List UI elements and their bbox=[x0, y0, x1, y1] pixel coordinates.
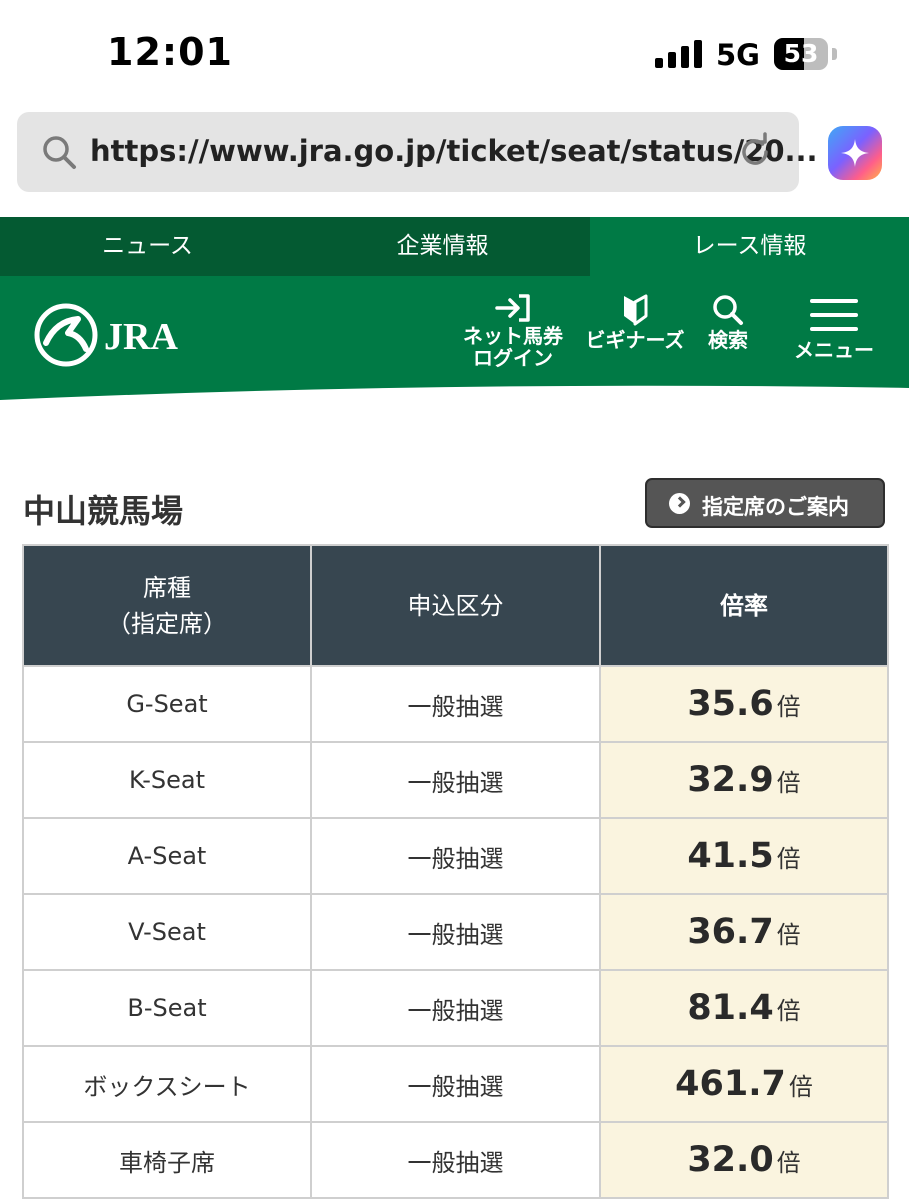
application-cell: 一般抽選 bbox=[310, 1045, 601, 1123]
table-row: V-Seat 一般抽選 36.7 倍 bbox=[22, 893, 889, 971]
nav-item-news[interactable]: ニュース bbox=[0, 217, 295, 276]
table-row: ボックスシート 一般抽選 461.7 倍 bbox=[22, 1045, 889, 1123]
seat-type-cell: K-Seat bbox=[22, 741, 312, 819]
ratio-value: 461.7 bbox=[675, 1064, 786, 1104]
application-cell: 一般抽選 bbox=[310, 741, 601, 819]
header-seat-line1: 席種 bbox=[143, 573, 191, 602]
search-label: 検索 bbox=[708, 328, 748, 352]
table-row: G-Seat 一般抽選 35.6 倍 bbox=[22, 665, 889, 743]
assistant-icon[interactable] bbox=[828, 126, 882, 180]
reserved-seat-guide-button[interactable]: 指定席のご案内 bbox=[645, 478, 885, 528]
application-cell: 一般抽選 bbox=[310, 893, 601, 971]
seat-type-cell: B-Seat bbox=[22, 969, 312, 1047]
menu-button[interactable]: メニュー bbox=[786, 296, 882, 361]
ratio-value: 81.4 bbox=[687, 988, 774, 1028]
login-label-line1: ネット馬券 bbox=[463, 324, 563, 348]
ratio-cell: 36.7 倍 bbox=[599, 893, 889, 971]
hamburger-menu-icon bbox=[810, 299, 858, 331]
status-bar: 12:01 5G 53 bbox=[0, 0, 909, 108]
battery-icon: 53 bbox=[774, 38, 828, 70]
ratio-unit: 倍 bbox=[776, 921, 801, 949]
login-icon bbox=[495, 294, 530, 322]
header-application-type: 申込区分 bbox=[310, 544, 601, 667]
application-cell: 一般抽選 bbox=[310, 665, 601, 743]
battery-level: 53 bbox=[783, 39, 819, 68]
ratio-unit: 倍 bbox=[776, 1149, 801, 1177]
ratio-value: 32.9 bbox=[687, 760, 774, 800]
reload-icon[interactable] bbox=[735, 132, 775, 172]
jra-logo[interactable]: JRA bbox=[32, 303, 192, 367]
application-cell: 一般抽選 bbox=[310, 969, 601, 1047]
seat-type-cell: 車椅子席 bbox=[22, 1121, 312, 1199]
login-label-line2: ログイン bbox=[473, 346, 553, 370]
table-row: B-Seat 一般抽選 81.4 倍 bbox=[22, 969, 889, 1047]
net-betting-login-button[interactable]: ネット馬券 ログイン bbox=[458, 294, 568, 369]
chevron-right-circle-icon bbox=[669, 493, 690, 514]
url-text[interactable]: https://www.jra.go.jp/ticket/seat/status… bbox=[90, 134, 818, 168]
table-row: A-Seat 一般抽選 41.5 倍 bbox=[22, 817, 889, 895]
ratio-cell: 32.9 倍 bbox=[599, 741, 889, 819]
ratio-cell: 41.5 倍 bbox=[599, 817, 889, 895]
address-bar[interactable]: https://www.jra.go.jp/ticket/seat/status… bbox=[17, 112, 818, 192]
ratio-unit: 倍 bbox=[788, 1073, 813, 1101]
beginners-button[interactable]: ビギナーズ bbox=[580, 294, 690, 351]
ratio-value: 32.0 bbox=[687, 1140, 774, 1180]
ratio-unit: 倍 bbox=[776, 845, 801, 873]
ratio-value: 36.7 bbox=[687, 912, 774, 952]
battery-cap bbox=[832, 48, 837, 60]
nav-item-race[interactable]: レース情報 bbox=[590, 217, 909, 276]
ratio-value: 41.5 bbox=[687, 836, 774, 876]
ratio-value: 35.6 bbox=[687, 684, 774, 724]
seat-type-cell: V-Seat bbox=[22, 893, 312, 971]
beginners-label: ビギナーズ bbox=[585, 328, 685, 352]
network-type: 5G bbox=[716, 38, 760, 72]
logo-text: JRA bbox=[104, 316, 178, 358]
search-icon bbox=[43, 136, 76, 169]
ratio-cell: 35.6 倍 bbox=[599, 665, 889, 743]
application-cell: 一般抽選 bbox=[310, 1121, 601, 1199]
site-top-nav: ニュース 企業情報 レース情報 bbox=[0, 217, 909, 276]
ratio-unit: 倍 bbox=[776, 997, 801, 1025]
search-button[interactable]: 検索 bbox=[692, 294, 764, 351]
cellular-signal-icon bbox=[655, 40, 703, 68]
racecourse-title: 中山競馬場 bbox=[23, 492, 184, 530]
table-header-row: 席種 （指定席） 申込区分 倍率 bbox=[22, 544, 889, 667]
table-row: 車椅子席 一般抽選 32.0 倍 bbox=[22, 1121, 889, 1199]
seat-type-cell: A-Seat bbox=[22, 817, 312, 895]
ratio-cell: 461.7 倍 bbox=[599, 1045, 889, 1123]
header-seat-type: 席種 （指定席） bbox=[22, 544, 312, 667]
seat-lottery-ratio-table: 席種 （指定席） 申込区分 倍率 G-Seat 一般抽選 35.6 倍 K-Sea… bbox=[22, 544, 889, 1199]
table-row: K-Seat 一般抽選 32.9 倍 bbox=[22, 741, 889, 819]
clock: 12:01 bbox=[107, 30, 233, 74]
header-seat-line2: （指定席） bbox=[107, 609, 227, 638]
seat-type-cell: ボックスシート bbox=[22, 1045, 312, 1123]
beginner-mark-icon bbox=[624, 294, 648, 326]
ratio-unit: 倍 bbox=[776, 769, 801, 797]
seat-type-cell: G-Seat bbox=[22, 665, 312, 743]
header-ratio: 倍率 bbox=[599, 544, 889, 667]
menu-label: メニュー bbox=[794, 338, 874, 362]
application-cell: 一般抽選 bbox=[310, 817, 601, 895]
ratio-unit: 倍 bbox=[776, 693, 801, 721]
search-icon bbox=[713, 295, 743, 325]
guide-button-label: 指定席のご案内 bbox=[702, 495, 849, 519]
ratio-cell: 81.4 倍 bbox=[599, 969, 889, 1047]
nav-item-corporate[interactable]: 企業情報 bbox=[295, 217, 590, 276]
ratio-cell: 32.0 倍 bbox=[599, 1121, 889, 1199]
